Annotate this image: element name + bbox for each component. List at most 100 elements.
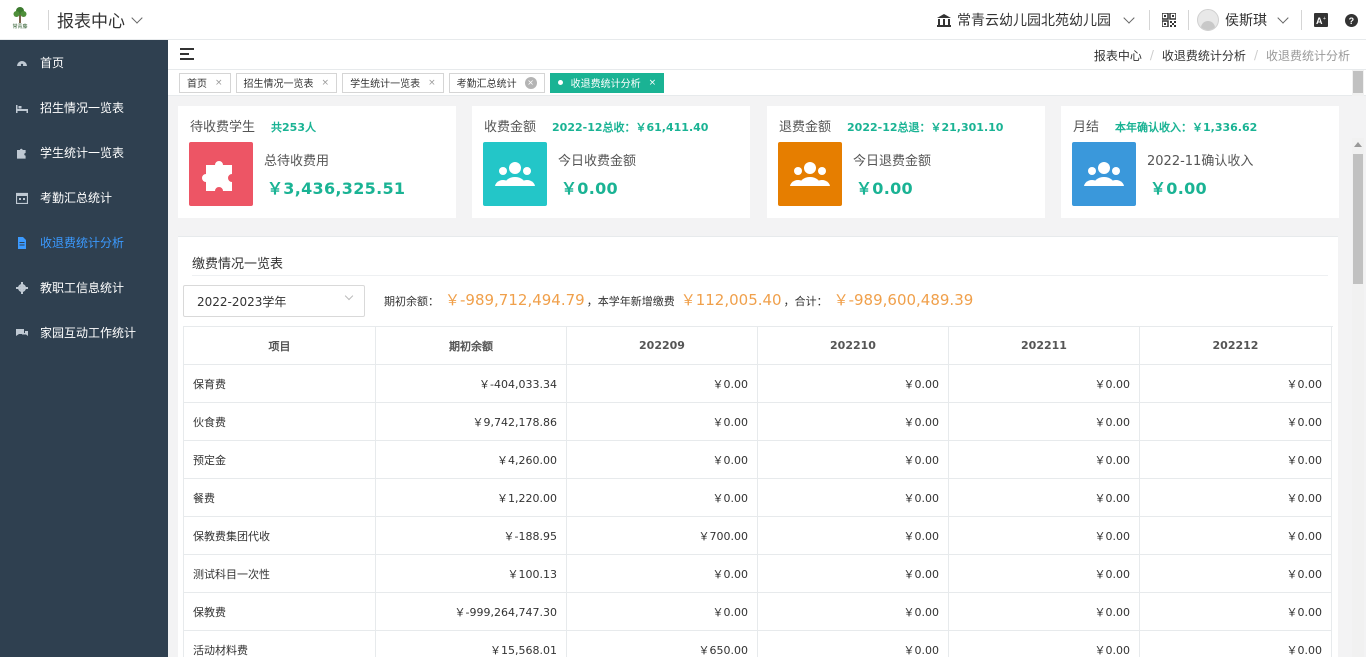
sidebar-item[interactable]: 招生情况一览表 [0, 85, 168, 130]
top-header: 常青藤 报表中心 常青云幼儿园北苑幼儿园 侯斯琪 A + ? [0, 0, 1366, 40]
divider [192, 275, 1328, 276]
tabs-scrollbar[interactable] [1352, 70, 1364, 96]
chat-icon [16, 327, 28, 339]
close-icon[interactable]: × [322, 78, 330, 88]
sidebar-item-label: 家园互动工作统计 [40, 326, 137, 340]
breadcrumb-item[interactable]: 收退费统计分析 [1162, 47, 1246, 64]
amount-cell: ￥0.00 [1140, 403, 1332, 441]
card-note: 2022-12总退：￥21,301.10 [847, 121, 1004, 134]
payment-table: 项目 期初余额 202209 202210 202211 202212 保育费 ￥… [183, 326, 1333, 657]
close-icon[interactable]: × [649, 78, 657, 88]
card-note: 本年确认收入：￥1,336.62 [1115, 121, 1258, 134]
scroll-up-icon[interactable] [1354, 142, 1362, 147]
amount-cell: ￥0.00 [949, 631, 1140, 657]
amount-cell: ￥0.00 [1140, 479, 1332, 517]
amount-cell: ￥0.00 [758, 555, 949, 593]
opening-balance-value: ￥-989,712,494.79 [445, 291, 585, 309]
sidebar-item[interactable]: 教职工信息统计 [0, 265, 168, 310]
menu-toggle-icon[interactable] [180, 48, 194, 60]
user-menu[interactable]: 侯斯琪 [1193, 9, 1297, 31]
row-item-name: 餐费 [184, 479, 376, 517]
file-icon [16, 236, 28, 249]
card-value: ￥0.00 [1150, 179, 1207, 198]
school-name: 常青云幼儿园北苑幼儿园 [957, 13, 1111, 29]
total-label: ，合计： [783, 295, 828, 308]
qrcode-button[interactable] [1154, 0, 1184, 40]
select-value: 2022-2023学年 [197, 294, 287, 309]
card-value: ￥3,436,325.51 [267, 179, 406, 198]
font-size-icon: A + [1314, 13, 1328, 27]
divider [1188, 10, 1189, 30]
amount-cell: ￥0.00 [758, 403, 949, 441]
amount-cell: ￥0.00 [1140, 631, 1332, 657]
amount-cell: ￥0.00 [949, 479, 1140, 517]
sidebar-item-label: 考勤汇总统计 [40, 191, 113, 205]
app-switcher[interactable]: 报表中心 [57, 7, 143, 32]
sidebar-item[interactable]: 家园互动工作统计 [0, 310, 168, 355]
puzzle-icon [189, 142, 253, 206]
app-title: 报表中心 [57, 12, 125, 32]
row-item-name: 伙食费 [184, 403, 376, 441]
sidebar-item[interactable]: 考勤汇总统计 [0, 175, 168, 220]
tab-student-stats[interactable]: 学生统计一览表 × [342, 72, 444, 93]
row-item-name: 保教费 [184, 593, 376, 631]
column-header: 202209 [567, 327, 758, 365]
app-logo[interactable]: 常青藤 [0, 0, 40, 40]
amount-cell: ￥0.00 [949, 365, 1140, 403]
amount-cell: ￥0.00 [758, 479, 949, 517]
close-icon[interactable]: × [524, 76, 537, 89]
font-size-button[interactable]: A + [1306, 0, 1336, 40]
amount-cell: ￥0.00 [758, 441, 949, 479]
amount-cell: ￥0.00 [1140, 555, 1332, 593]
sidebar-item[interactable]: 收退费统计分析 [0, 220, 168, 265]
amount-cell: ￥0.00 [567, 441, 758, 479]
card-label: 今日收费金额 [558, 154, 637, 169]
chevron-down-icon [1277, 12, 1289, 24]
users-icon [483, 142, 547, 206]
scroll-thumb[interactable] [1353, 154, 1363, 284]
sidebar-item-label: 学生统计一览表 [40, 146, 125, 160]
amount-cell: ￥0.00 [949, 403, 1140, 441]
school-selector[interactable]: 常青云幼儿园北苑幼儿园 [937, 10, 1145, 30]
column-header: 202211 [949, 327, 1140, 365]
amount-cell: ￥0.00 [567, 403, 758, 441]
sidebar-item[interactable]: 首页 [0, 40, 168, 85]
school-year-select[interactable]: 2022-2023学年 [183, 285, 365, 317]
card-title: 退费金额 [779, 120, 832, 135]
row-item-name: 预定金 [184, 441, 376, 479]
table-row: 活动材料费 ￥15,568.01 ￥650.00 ￥0.00 ￥0.00 ￥0.00 [184, 631, 1333, 657]
chevron-down-icon [344, 291, 354, 301]
card-monthly: 月结 本年确认收入：￥1,336.62 2022-11确认收入 ￥0.00 [1061, 106, 1339, 218]
table-row: 保教费 ￥-999,264,747.30 ￥0.00 ￥0.00 ￥0.00 ￥0.00 [184, 593, 1333, 631]
amount-cell: ￥0.00 [758, 365, 949, 403]
help-button[interactable]: ? [1336, 0, 1366, 40]
page-tabs: 首页 × 招生情况一览表 × 学生统计一览表 × 考勤汇总统计 × 收退费统计分… [168, 70, 1366, 96]
tab-home[interactable]: 首页 × [179, 72, 231, 93]
row-item-name: 活动材料费 [184, 631, 376, 657]
column-header: 期初余额 [376, 327, 567, 365]
card-title: 月结 [1073, 120, 1100, 135]
help-icon: ? [1344, 13, 1358, 27]
page-scrollbar[interactable] [1352, 138, 1364, 657]
amount-cell: ￥4,260.00 [376, 441, 567, 479]
breadcrumb-item[interactable]: 报表中心 [1094, 47, 1142, 64]
amount-cell: ￥0.00 [1140, 365, 1332, 403]
calendar-icon [16, 192, 28, 204]
tab-fee-analysis[interactable]: 收退费统计分析 × [549, 72, 665, 93]
card-label: 总待收费用 [264, 154, 330, 169]
amount-cell: ￥15,568.01 [376, 631, 567, 657]
tab-label: 首页 [187, 79, 207, 90]
sidebar-item[interactable]: 学生统计一览表 [0, 130, 168, 175]
close-icon[interactable]: × [428, 78, 436, 88]
tab-enrollment[interactable]: 招生情况一览表 × [235, 72, 338, 93]
sidebar: 首页 招生情况一览表学生统计一览表 考勤汇总统计收退费统计分析 教职工信息统计家园互动… [0, 40, 168, 657]
amount-cell: ￥0.00 [758, 593, 949, 631]
divider [48, 9, 49, 30]
row-item-name: 保教费集团代收 [184, 517, 376, 555]
table-row: 保育费 ￥-404,033.34 ￥0.00 ￥0.00 ￥0.00 ￥0.00 [184, 365, 1333, 403]
amount-cell: ￥650.00 [567, 631, 758, 657]
close-icon[interactable]: × [215, 78, 223, 88]
total-value: ￥-989,600,489.39 [833, 291, 974, 309]
tab-attendance[interactable]: 考勤汇总统计 × [448, 72, 545, 93]
stat-cards: 待收费学生 共253人 总待收费用 ￥3,436,325.51 收费金额 202… [178, 106, 1340, 218]
